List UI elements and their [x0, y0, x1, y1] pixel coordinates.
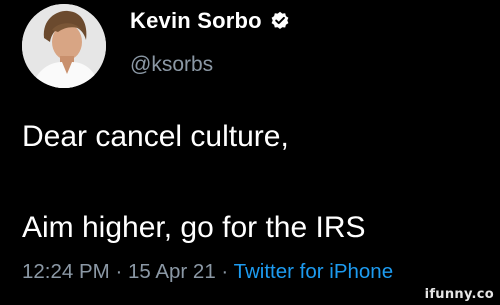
tweet-time[interactable]: 12:24 PM	[22, 260, 110, 283]
tweet-meta: 12:24 PM · 15 Apr 21 · Twitter for iPhon…	[22, 260, 394, 283]
avatar[interactable]	[22, 4, 106, 88]
tweet-card: Kevin Sorbo @ksorbs Dear cancel culture,…	[0, 0, 500, 305]
author-display-name[interactable]: Kevin Sorbo	[130, 10, 262, 32]
tweet-text-line: Aim higher, go for the IRS	[22, 211, 366, 244]
author-name-row: Kevin Sorbo	[130, 10, 290, 32]
verified-badge-icon	[270, 11, 290, 31]
watermark: ifunny.co	[424, 287, 494, 302]
meta-separator: ·	[109, 260, 128, 283]
profile-photo-icon	[22, 4, 106, 88]
tweet-text-line: Dear cancel culture,	[22, 120, 289, 153]
author-handle[interactable]: @ksorbs	[130, 54, 213, 75]
tweet-source-link[interactable]: Twitter for iPhone	[234, 260, 394, 283]
tweet-date[interactable]: 15 Apr 21	[128, 260, 216, 283]
meta-separator: ·	[215, 260, 234, 283]
